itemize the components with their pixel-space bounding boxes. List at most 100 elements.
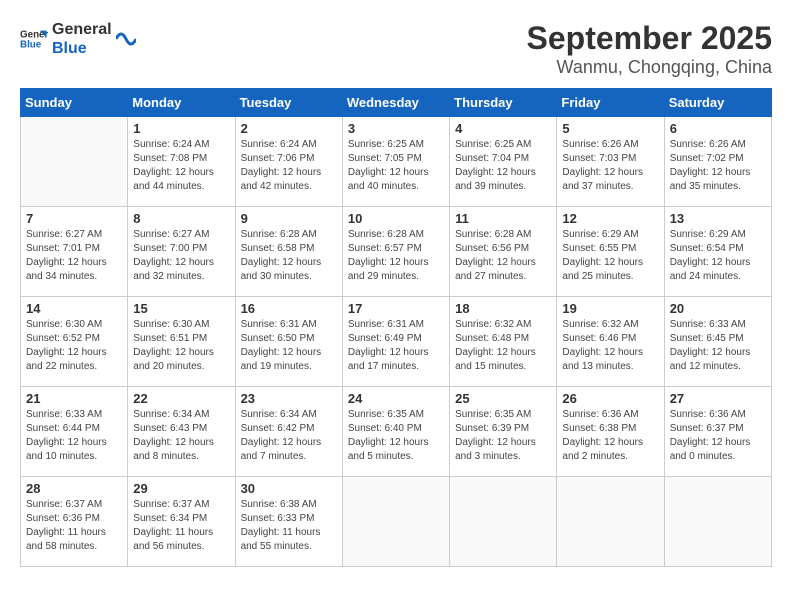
calendar-week-1: 1 Sunrise: 6:24 AM Sunset: 7:08 PM Daylig…	[21, 117, 772, 207]
header-wednesday: Wednesday	[342, 89, 449, 117]
calendar-cell: 20 Sunrise: 6:33 AM Sunset: 6:45 PM Dayli…	[664, 297, 771, 387]
calendar-cell: 5Sunrise: 6:26 AM Sunset: 7:03 PM Daylig…	[557, 117, 664, 207]
day-info: Sunrise: 6:24 AM Sunset: 7:08 PM Dayligh…	[133, 138, 229, 194]
calendar-cell: 11 Sunrise: 6:28 AM Sunset: 6:56 PM Dayli…	[450, 207, 557, 297]
day-number: 4	[455, 121, 551, 136]
day-number: 21	[26, 391, 122, 406]
day-info: Sunrise: 6:24 AM Sunset: 7:06 PM Dayligh…	[241, 138, 337, 194]
logo-wave-icon	[116, 24, 136, 54]
calendar-cell: 15 Sunrise: 6:30 AM Sunset: 6:51 PM Dayli…	[128, 297, 235, 387]
day-number: 20	[670, 301, 766, 316]
calendar-week-3: 14 Sunrise: 6:30 AM Sunset: 6:52 PM Dayli…	[21, 297, 772, 387]
day-number: 17	[348, 301, 444, 316]
header-friday: Friday	[557, 89, 664, 117]
day-info: Sunrise: 6:33 AM Sunset: 6:45 PM Dayligh…	[670, 318, 766, 374]
day-info: Sunrise: 6:34 AM Sunset: 6:43 PM Dayligh…	[133, 408, 229, 464]
header-sunday: Sunday	[21, 89, 128, 117]
calendar-cell	[450, 477, 557, 567]
calendar-cell	[21, 117, 128, 207]
header-tuesday: Tuesday	[235, 89, 342, 117]
day-number: 7	[26, 211, 122, 226]
day-number: 28	[26, 481, 122, 496]
calendar-cell: 18 Sunrise: 6:32 AM Sunset: 6:48 PM Dayli…	[450, 297, 557, 387]
calendar-cell: 17 Sunrise: 6:31 AM Sunset: 6:49 PM Dayli…	[342, 297, 449, 387]
calendar-week-2: 7Sunrise: 6:27 AM Sunset: 7:01 PM Daylig…	[21, 207, 772, 297]
calendar-cell	[557, 477, 664, 567]
day-number: 12	[562, 211, 658, 226]
location-title: Wanmu, Chongqing, China	[527, 57, 772, 78]
calendar-cell: 1 Sunrise: 6:24 AM Sunset: 7:08 PM Daylig…	[128, 117, 235, 207]
logo-blue: Blue	[52, 39, 112, 58]
calendar-week-4: 21 Sunrise: 6:33 AM Sunset: 6:44 PM Dayli…	[21, 387, 772, 477]
day-info: Sunrise: 6:32 AM Sunset: 6:46 PM Dayligh…	[562, 318, 658, 374]
calendar-cell: 16 Sunrise: 6:31 AM Sunset: 6:50 PM Dayli…	[235, 297, 342, 387]
calendar-cell: 29Sunrise: 6:37 AM Sunset: 6:34 PM Dayli…	[128, 477, 235, 567]
page-header: General Blue General Blue September 2025…	[20, 20, 772, 78]
calendar-cell: 21 Sunrise: 6:33 AM Sunset: 6:44 PM Dayli…	[21, 387, 128, 477]
day-info: Sunrise: 6:30 AM Sunset: 6:51 PM Dayligh…	[133, 318, 229, 374]
day-info: Sunrise: 6:25 AM Sunset: 7:05 PM Dayligh…	[348, 138, 444, 194]
calendar-cell: 6 Sunrise: 6:26 AM Sunset: 7:02 PM Daylig…	[664, 117, 771, 207]
calendar-cell: 4 Sunrise: 6:25 AM Sunset: 7:04 PM Daylig…	[450, 117, 557, 207]
day-number: 16	[241, 301, 337, 316]
day-info: Sunrise: 6:33 AM Sunset: 6:44 PM Dayligh…	[26, 408, 122, 464]
day-number: 30	[241, 481, 337, 496]
day-number: 2	[241, 121, 337, 136]
day-info: Sunrise: 6:30 AM Sunset: 6:52 PM Dayligh…	[26, 318, 122, 374]
calendar-cell: 13Sunrise: 6:29 AM Sunset: 6:54 PM Dayli…	[664, 207, 771, 297]
day-number: 10	[348, 211, 444, 226]
day-number: 11	[455, 211, 551, 226]
day-number: 22	[133, 391, 229, 406]
day-number: 9	[241, 211, 337, 226]
calendar-cell: 9 Sunrise: 6:28 AM Sunset: 6:58 PM Daylig…	[235, 207, 342, 297]
day-number: 26	[562, 391, 658, 406]
day-info: Sunrise: 6:29 AM Sunset: 6:55 PM Dayligh…	[562, 228, 658, 284]
calendar-cell: 14 Sunrise: 6:30 AM Sunset: 6:52 PM Dayli…	[21, 297, 128, 387]
day-info: Sunrise: 6:38 AM Sunset: 6:33 PM Dayligh…	[241, 498, 337, 554]
day-info: Sunrise: 6:35 AM Sunset: 6:40 PM Dayligh…	[348, 408, 444, 464]
day-number: 1	[133, 121, 229, 136]
calendar-cell: 12 Sunrise: 6:29 AM Sunset: 6:55 PM Dayli…	[557, 207, 664, 297]
calendar-cell: 30 Sunrise: 6:38 AM Sunset: 6:33 PM Dayli…	[235, 477, 342, 567]
logo-icon: General Blue	[20, 25, 48, 53]
day-number: 15	[133, 301, 229, 316]
calendar-cell: 10 Sunrise: 6:28 AM Sunset: 6:57 PM Dayli…	[342, 207, 449, 297]
calendar-cell: 3Sunrise: 6:25 AM Sunset: 7:05 PM Daylig…	[342, 117, 449, 207]
calendar-table: SundayMondayTuesdayWednesdayThursdayFrid…	[20, 88, 772, 567]
header-thursday: Thursday	[450, 89, 557, 117]
title-block: September 2025 Wanmu, Chongqing, China	[527, 20, 772, 78]
day-info: Sunrise: 6:28 AM Sunset: 6:58 PM Dayligh…	[241, 228, 337, 284]
day-info: Sunrise: 6:37 AM Sunset: 6:34 PM Dayligh…	[133, 498, 229, 554]
month-title: September 2025	[527, 20, 772, 57]
day-info: Sunrise: 6:28 AM Sunset: 6:56 PM Dayligh…	[455, 228, 551, 284]
calendar-cell: 23Sunrise: 6:34 AM Sunset: 6:42 PM Dayli…	[235, 387, 342, 477]
calendar-cell: 24 Sunrise: 6:35 AM Sunset: 6:40 PM Dayli…	[342, 387, 449, 477]
calendar-cell: 7Sunrise: 6:27 AM Sunset: 7:01 PM Daylig…	[21, 207, 128, 297]
day-info: Sunrise: 6:25 AM Sunset: 7:04 PM Dayligh…	[455, 138, 551, 194]
day-info: Sunrise: 6:28 AM Sunset: 6:57 PM Dayligh…	[348, 228, 444, 284]
day-number: 27	[670, 391, 766, 406]
day-info: Sunrise: 6:35 AM Sunset: 6:39 PM Dayligh…	[455, 408, 551, 464]
calendar-cell	[342, 477, 449, 567]
day-number: 6	[670, 121, 766, 136]
day-number: 18	[455, 301, 551, 316]
day-number: 8	[133, 211, 229, 226]
day-number: 19	[562, 301, 658, 316]
day-info: Sunrise: 6:32 AM Sunset: 6:48 PM Dayligh…	[455, 318, 551, 374]
day-info: Sunrise: 6:36 AM Sunset: 6:37 PM Dayligh…	[670, 408, 766, 464]
day-number: 25	[455, 391, 551, 406]
day-number: 14	[26, 301, 122, 316]
calendar-cell: 22 Sunrise: 6:34 AM Sunset: 6:43 PM Dayli…	[128, 387, 235, 477]
day-info: Sunrise: 6:31 AM Sunset: 6:49 PM Dayligh…	[348, 318, 444, 374]
calendar-cell: 19 Sunrise: 6:32 AM Sunset: 6:46 PM Dayli…	[557, 297, 664, 387]
day-info: Sunrise: 6:26 AM Sunset: 7:02 PM Dayligh…	[670, 138, 766, 194]
calendar-week-5: 28 Sunrise: 6:37 AM Sunset: 6:36 PM Dayli…	[21, 477, 772, 567]
day-info: Sunrise: 6:31 AM Sunset: 6:50 PM Dayligh…	[241, 318, 337, 374]
logo-general: General	[52, 20, 112, 39]
day-number: 24	[348, 391, 444, 406]
day-info: Sunrise: 6:37 AM Sunset: 6:36 PM Dayligh…	[26, 498, 122, 554]
logo: General Blue General Blue	[20, 20, 136, 58]
svg-text:Blue: Blue	[20, 40, 42, 51]
calendar-cell: 2 Sunrise: 6:24 AM Sunset: 7:06 PM Daylig…	[235, 117, 342, 207]
day-number: 5	[562, 121, 658, 136]
